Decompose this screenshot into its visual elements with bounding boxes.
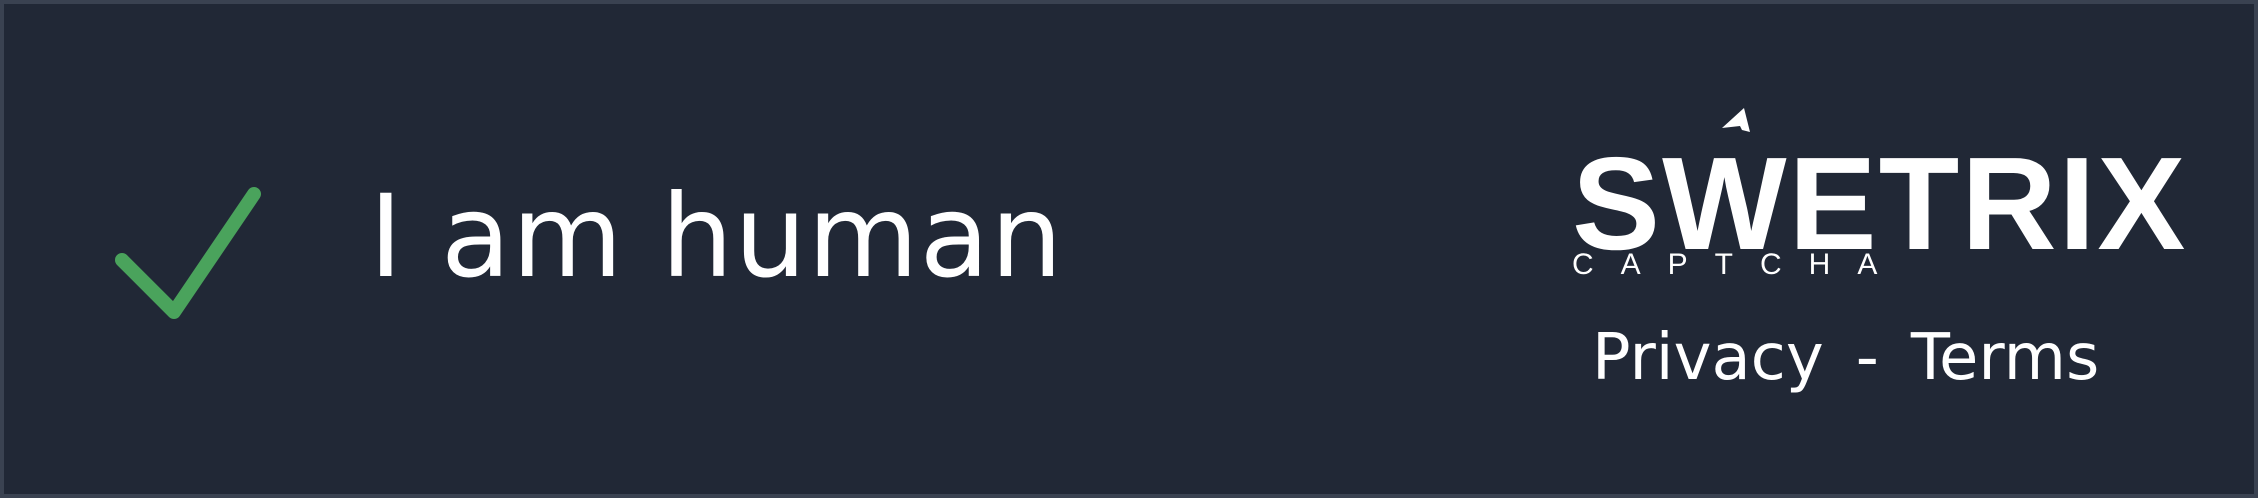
captcha-widget: I am human SWETRIX CAPTCHA Privacy - Terms <box>0 0 2258 498</box>
terms-link[interactable]: Terms <box>1911 321 2099 395</box>
captcha-checkbox[interactable] <box>104 174 274 334</box>
footer-links: Privacy - Terms <box>1592 326 2099 390</box>
captcha-status-label: I am human <box>369 170 1064 303</box>
brand-logo[interactable]: SWETRIX CAPTCHA <box>1572 108 2185 284</box>
link-separator: - <box>1855 321 1879 395</box>
checkmark-icon <box>115 187 261 319</box>
brand-subtitle: CAPTCHA <box>1572 248 1905 281</box>
privacy-link[interactable]: Privacy <box>1592 321 1824 395</box>
